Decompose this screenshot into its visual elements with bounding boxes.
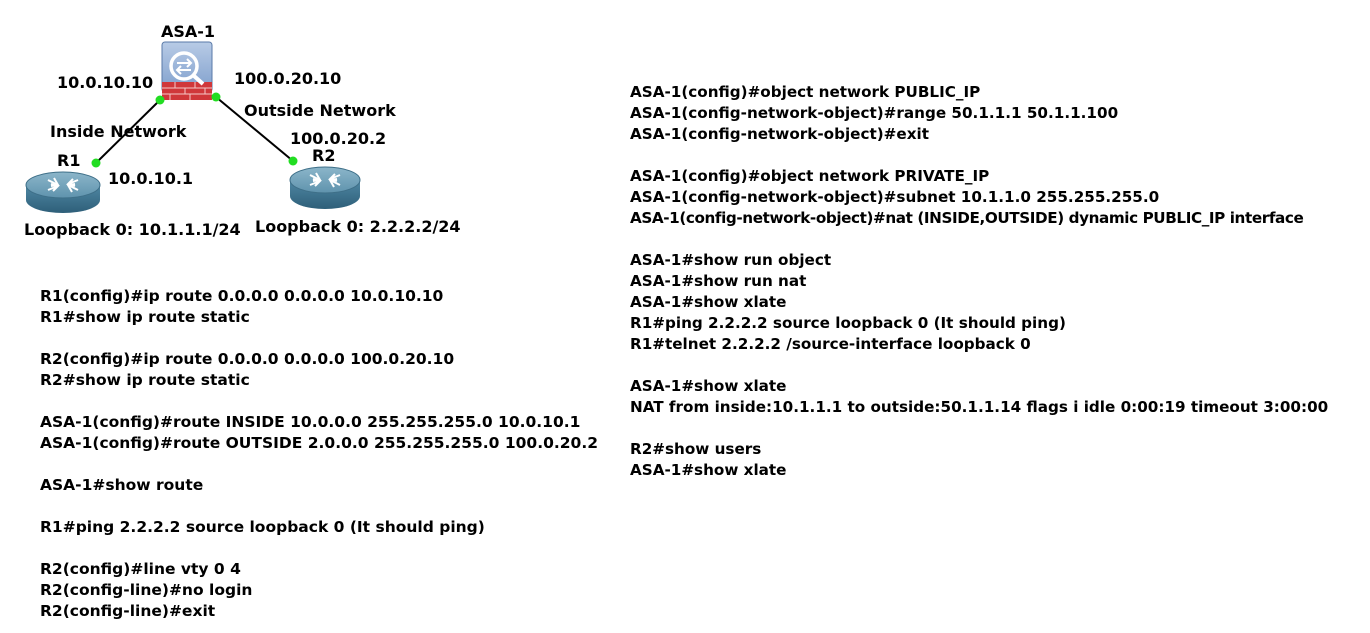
command-line: R2(config)#ip route 0.0.0.0 0.0.0.0 100.… (40, 350, 455, 368)
r1-ip-label: 10.0.10.1 (108, 169, 194, 188)
command-line: R2#show ip route static (40, 371, 250, 389)
r1-name-label: R1 (57, 151, 81, 170)
command-block: R1#ping 2.2.2.2 source loopback 0 (It sh… (40, 517, 598, 538)
command-block: ASA-1(config)#route INSIDE 10.0.0.0 255.… (40, 412, 598, 454)
command-line: ASA-1#show route (40, 476, 204, 494)
command-block: ASA-1(config)#object network PRIVATE_IP … (630, 166, 1328, 229)
asa-outside-ip-label: 100.0.20.10 (234, 69, 342, 88)
command-line: NAT from inside:10.1.1.1 to outside:50.1… (630, 398, 1329, 416)
command-line: R1#show ip route static (40, 308, 250, 326)
command-line: R1#telnet 2.2.2.2 /source-interface loop… (630, 335, 1031, 353)
command-line: R2#show users (630, 440, 762, 458)
command-line: ASA-1(config)#object network PRIVATE_IP (630, 167, 990, 185)
outside-network-label: Outside Network (244, 101, 396, 120)
command-block: R1(config)#ip route 0.0.0.0 0.0.0.0 10.0… (40, 286, 598, 328)
command-block: ASA-1#show run object ASA-1#show run nat… (630, 250, 1328, 355)
command-line: ASA-1(config)#object network PUBLIC_IP (630, 83, 981, 101)
asa-firewall-icon[interactable] (161, 41, 213, 100)
command-line: R1#ping 2.2.2.2 source loopback 0 (It sh… (40, 518, 485, 536)
command-line: R1(config)#ip route 0.0.0.0 0.0.0.0 10.0… (40, 287, 444, 305)
command-line: R2(config-line)#exit (40, 602, 216, 620)
command-line: ASA-1#show run nat (630, 272, 807, 290)
command-block: R2(config)#line vty 0 4 R2(config-line)#… (40, 559, 598, 622)
asa-name-label: ASA-1 (161, 22, 216, 41)
command-block: ASA-1(config)#object network PUBLIC_IP A… (630, 82, 1328, 145)
command-line: ASA-1(config-network-object)#exit (630, 125, 929, 143)
r1-loopback-label: Loopback 0: 10.1.1.1/24 (24, 220, 241, 239)
r2-loopback-label: Loopback 0: 2.2.2.2/24 (255, 217, 461, 236)
command-block: R2#show users ASA-1#show xlate (630, 439, 1328, 481)
command-line: ASA-1#show xlate (630, 377, 787, 395)
command-line: ASA-1(config-network-object)#subnet 10.1… (630, 188, 1160, 206)
asa-inside-link-dot (155, 95, 165, 105)
r2-router-icon[interactable] (289, 166, 361, 209)
command-block: R2(config)#ip route 0.0.0.0 0.0.0.0 100.… (40, 349, 598, 391)
command-line: ASA-1(config)#route OUTSIDE 2.0.0.0 255.… (40, 434, 599, 452)
r1-router-icon[interactable] (25, 171, 101, 213)
command-line: ASA-1(config-network-object)#nat (INSIDE… (630, 209, 1304, 227)
command-line: ASA-1(config)#route INSIDE 10.0.0.0 255.… (40, 413, 581, 431)
inside-network-label: Inside Network (50, 122, 187, 141)
asa-inside-ip-label: 10.0.10.10 (57, 73, 154, 92)
r2-name-label: R2 (312, 146, 336, 165)
asa-outside-link-dot (211, 92, 221, 102)
command-line: ASA-1#show xlate (630, 461, 787, 479)
command-block: ASA-1#show route (40, 475, 598, 496)
left-command-list: R1(config)#ip route 0.0.0.0 0.0.0.0 10.0… (40, 286, 598, 622)
command-line: ASA-1#show run object (630, 251, 832, 269)
command-block: ASA-1#show xlate NAT from inside:10.1.1.… (630, 376, 1328, 418)
command-line: R1#ping 2.2.2.2 source loopback 0 (It sh… (630, 314, 1066, 332)
command-line: R2(config-line)#no login (40, 581, 253, 599)
r2-ip-label: 100.0.20.2 (290, 129, 387, 148)
command-line: R2(config)#line vty 0 4 (40, 560, 241, 578)
r1-link-dot (91, 158, 101, 168)
command-line: ASA-1#show xlate (630, 293, 787, 311)
r2-link-dot (288, 156, 298, 166)
right-command-list: ASA-1(config)#object network PUBLIC_IP A… (630, 82, 1328, 481)
command-line: ASA-1(config-network-object)#range 50.1.… (630, 104, 1119, 122)
